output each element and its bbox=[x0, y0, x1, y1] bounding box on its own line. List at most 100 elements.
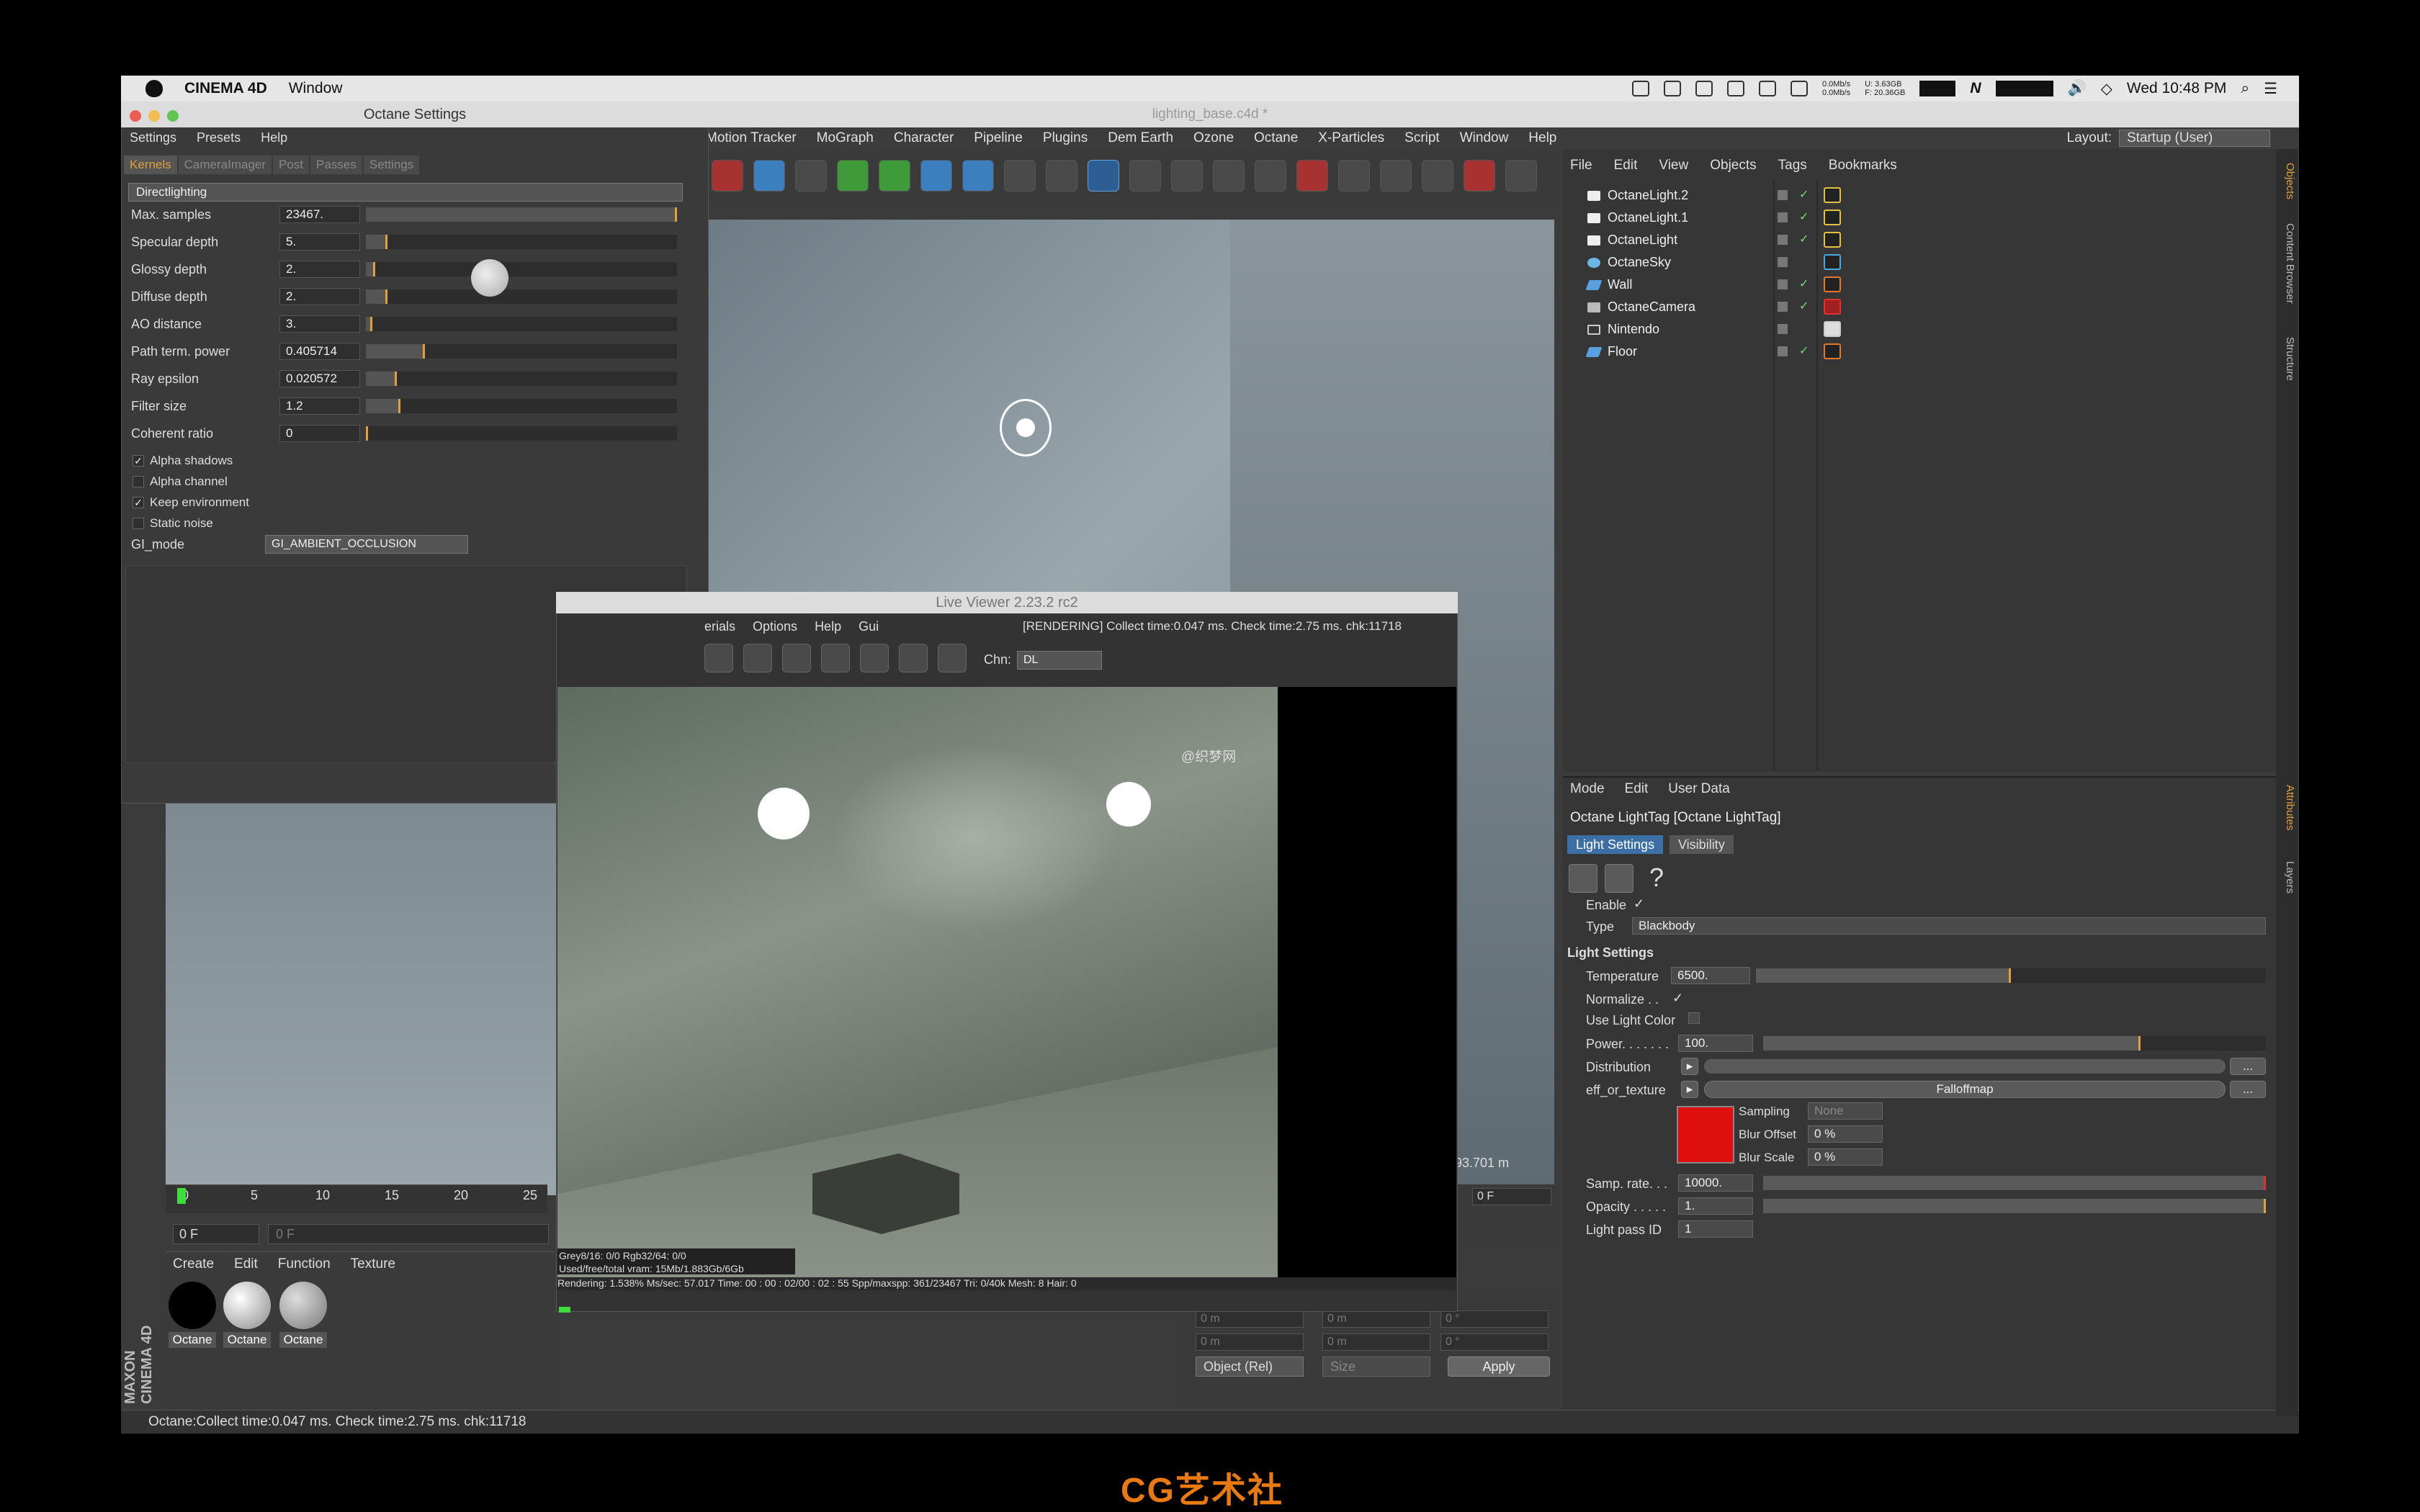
model-icon[interactable] bbox=[1129, 160, 1161, 192]
oct-menu-help[interactable]: Help bbox=[261, 130, 287, 145]
use-light-color-checkbox[interactable] bbox=[1688, 1012, 1700, 1024]
floor-icon[interactable] bbox=[962, 160, 994, 192]
param-slider[interactable] bbox=[366, 317, 677, 331]
obj-menu-file[interactable]: File bbox=[1570, 158, 1592, 174]
mat-menu-texture[interactable]: Texture bbox=[351, 1256, 395, 1272]
cloner-icon[interactable] bbox=[879, 160, 910, 192]
material-ball-icon[interactable] bbox=[821, 644, 850, 672]
pick-material-icon[interactable] bbox=[938, 644, 967, 672]
param-slider[interactable] bbox=[366, 262, 677, 276]
layout-select[interactable]: Startup (User) bbox=[2119, 130, 2270, 147]
obj-menu-bookmarks[interactable]: Bookmarks bbox=[1829, 158, 1897, 174]
object-row[interactable]: Wall ✓ bbox=[1570, 274, 2262, 295]
tab-cameraimager[interactable]: CameraImager bbox=[178, 156, 272, 174]
frame-range-field[interactable]: 0 F bbox=[268, 1224, 549, 1244]
tab-passes[interactable]: Passes bbox=[310, 156, 362, 174]
octane-light-tag-icon[interactable] bbox=[1824, 232, 1841, 248]
side-tab-objects[interactable]: Objects bbox=[2277, 163, 2296, 199]
points-icon[interactable] bbox=[1171, 160, 1203, 192]
param-field[interactable]: 5. bbox=[279, 233, 360, 251]
param-slider[interactable] bbox=[366, 235, 677, 249]
magnet-icon[interactable] bbox=[1296, 160, 1328, 192]
param-slider[interactable] bbox=[366, 426, 677, 441]
tab-post[interactable]: Post bbox=[273, 156, 310, 174]
tab-visibility[interactable]: Visibility bbox=[1670, 835, 1734, 854]
falloff-color-swatch[interactable] bbox=[1677, 1106, 1734, 1164]
octane-settings-icon[interactable] bbox=[1505, 160, 1537, 192]
octane-light-tag-icon[interactable] bbox=[1824, 187, 1841, 203]
material-swatch-grey[interactable] bbox=[279, 1282, 327, 1329]
help-icon[interactable]: ? bbox=[1649, 863, 1664, 893]
light-icon[interactable] bbox=[1569, 864, 1597, 893]
octane-live-icon[interactable] bbox=[1464, 160, 1495, 192]
material-swatch-black[interactable] bbox=[169, 1282, 216, 1329]
oct-menu-settings[interactable]: Settings bbox=[130, 130, 176, 145]
eff-play-button[interactable]: ▸ bbox=[1681, 1081, 1698, 1098]
obj-menu-tags[interactable]: Tags bbox=[1778, 158, 1807, 174]
side-tab-structure[interactable]: Structure bbox=[2277, 337, 2296, 381]
dropbox-icon[interactable] bbox=[1631, 81, 1649, 96]
coord-y[interactable]: 0 m bbox=[1322, 1310, 1430, 1328]
type-select[interactable]: Blackbody bbox=[1632, 917, 2266, 935]
attr-menu-mode[interactable]: Mode bbox=[1570, 781, 1605, 797]
param-field[interactable]: 0 bbox=[279, 425, 360, 442]
mesh-tag-icon[interactable] bbox=[1824, 321, 1841, 337]
menu-help[interactable]: Help bbox=[1528, 130, 1556, 146]
coord-x[interactable]: 0 m bbox=[1196, 1310, 1304, 1328]
unchecked-checkbox[interactable] bbox=[133, 518, 144, 529]
param-slider[interactable] bbox=[366, 207, 677, 222]
restart-render-icon[interactable] bbox=[704, 644, 733, 672]
material-swatch-white[interactable] bbox=[223, 1282, 271, 1329]
param-slider[interactable] bbox=[366, 372, 677, 386]
environment-tag-icon[interactable] bbox=[1824, 254, 1841, 270]
light-gizmo[interactable] bbox=[1000, 399, 1052, 456]
render-icon[interactable] bbox=[712, 160, 743, 192]
menu-plugins[interactable]: Plugins bbox=[1043, 130, 1088, 146]
lv-menu-options[interactable]: Options bbox=[753, 619, 797, 634]
visibility-toggle[interactable] bbox=[1778, 235, 1788, 245]
obj-menu-view[interactable]: View bbox=[1659, 158, 1688, 174]
samp-rate-field[interactable]: 10000. bbox=[1678, 1174, 1753, 1192]
object-row[interactable]: OctaneLight ✓ bbox=[1570, 229, 2262, 251]
lv-menu-materials[interactable]: erials bbox=[704, 619, 735, 634]
param-slider[interactable] bbox=[366, 344, 677, 359]
axis-icon[interactable] bbox=[1338, 160, 1370, 192]
power-field[interactable]: 100. bbox=[1678, 1035, 1753, 1052]
menu-motion-tracker[interactable]: Motion Tracker bbox=[706, 130, 797, 146]
opacity-slider[interactable] bbox=[1763, 1199, 2266, 1213]
subdivision-icon[interactable] bbox=[837, 160, 869, 192]
enabled-check[interactable]: ✓ bbox=[1799, 341, 1809, 362]
edges-icon[interactable] bbox=[1213, 160, 1245, 192]
material-label[interactable]: Octane bbox=[279, 1332, 327, 1348]
screen-icon[interactable] bbox=[1758, 81, 1776, 96]
oct-menu-presets[interactable]: Presets bbox=[197, 130, 241, 145]
material-label[interactable]: Octane bbox=[223, 1332, 271, 1348]
falloffmap-button[interactable]: Falloffmap bbox=[1704, 1081, 2226, 1098]
timeline[interactable]: 0 5 10 15 20 25 bbox=[166, 1184, 547, 1213]
spline-icon[interactable] bbox=[795, 160, 827, 192]
coord-p[interactable]: 0 ° bbox=[1440, 1310, 1549, 1328]
region-icon[interactable] bbox=[860, 644, 889, 672]
cube-icon[interactable] bbox=[753, 160, 785, 192]
menu-dem-earth[interactable]: Dem Earth bbox=[1108, 130, 1173, 146]
lv-menu-gui[interactable]: Gui bbox=[859, 619, 879, 634]
octane-light-tag-icon[interactable] bbox=[1824, 210, 1841, 225]
checked-checkbox[interactable]: ✓ bbox=[133, 497, 144, 508]
menu-mograph[interactable]: MoGraph bbox=[817, 130, 874, 146]
minimize-icon[interactable] bbox=[148, 110, 160, 122]
opacity-field[interactable]: 1. bbox=[1678, 1197, 1753, 1215]
lv-menu-help[interactable]: Help bbox=[815, 619, 841, 634]
preset-icon[interactable] bbox=[1605, 864, 1634, 893]
camera-tool-icon[interactable] bbox=[1004, 160, 1036, 192]
object-row[interactable]: OctaneSky bbox=[1570, 251, 2262, 273]
deformer-icon[interactable] bbox=[920, 160, 952, 192]
workplane-icon[interactable] bbox=[1422, 160, 1453, 192]
eff-more-button[interactable]: ... bbox=[2230, 1081, 2266, 1098]
settings-icon[interactable] bbox=[743, 644, 772, 672]
tab-kernels[interactable]: Kernels bbox=[124, 156, 177, 174]
snap-icon[interactable] bbox=[1380, 160, 1412, 192]
visibility-toggle[interactable] bbox=[1778, 212, 1788, 222]
param-field[interactable]: 23467. bbox=[279, 206, 360, 223]
obj-menu-edit[interactable]: Edit bbox=[1614, 158, 1638, 174]
obj-menu-objects[interactable]: Objects bbox=[1710, 158, 1756, 174]
